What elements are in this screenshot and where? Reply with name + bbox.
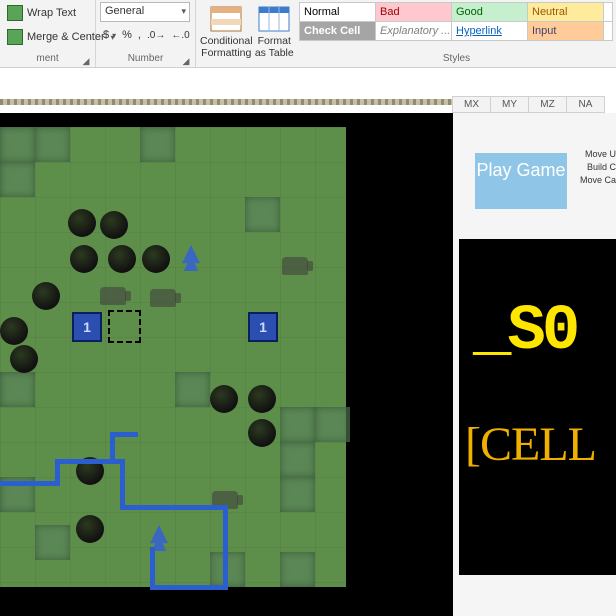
cmd-item: Move Ca: [570, 174, 616, 187]
tree: [0, 317, 28, 345]
ribbon: Wrap Text Merge & Center ▾ ment ◢ Genera…: [0, 0, 616, 68]
style-hyperlink[interactable]: Hyperlink: [451, 21, 528, 41]
format-as-table-icon: [257, 4, 291, 34]
comma-button[interactable]: ,: [138, 29, 141, 41]
col-header[interactable]: MY: [490, 96, 529, 113]
player-flag[interactable]: 1: [72, 312, 102, 342]
number-format-combo[interactable]: General ▾: [100, 2, 190, 22]
fog-tile: [315, 407, 350, 442]
fog-tile: [0, 372, 35, 407]
style-input[interactable]: Input: [527, 21, 604, 41]
wrap-text-label: Wrap Text: [27, 7, 76, 19]
style-edge1: [603, 2, 613, 22]
style-normal[interactable]: Normal: [299, 2, 376, 22]
col-header[interactable]: MZ: [528, 96, 567, 113]
group-tables: Conditional Formatting Format as Table: [196, 0, 300, 67]
number-format-value: General: [105, 5, 144, 17]
river: [120, 505, 228, 510]
merge-center-icon: [7, 29, 23, 45]
tree: [210, 385, 238, 413]
tree: [108, 245, 136, 273]
cmd-item: Build C: [570, 161, 616, 174]
fog-tile: [245, 197, 280, 232]
wrap-text-icon: [7, 5, 23, 21]
fog-tile: [280, 442, 315, 477]
group-alignment: Wrap Text Merge & Center ▾ ment ◢: [0, 0, 96, 67]
fmt-table-label: Format as Table: [253, 35, 296, 59]
percent-button[interactable]: %: [122, 29, 132, 41]
fog-tile: [0, 162, 35, 197]
cmd-item: Move U: [570, 148, 616, 161]
tree: [248, 385, 276, 413]
fog-tile: [280, 552, 315, 587]
fish: [182, 245, 200, 271]
fog-tile: [140, 127, 175, 162]
river: [150, 547, 155, 590]
chevron-down-icon: ▾: [181, 6, 186, 17]
command-list: Move U Build C Move Ca: [570, 148, 616, 187]
style-check-cell[interactable]: Check Cell: [299, 21, 376, 41]
fog-tile: [280, 477, 315, 512]
beast: [282, 257, 308, 275]
fog-tile: [35, 127, 70, 162]
map-ruler: [0, 99, 453, 105]
column-headers: MX MY MZ NA: [453, 96, 605, 113]
tree: [76, 515, 104, 543]
tree: [70, 245, 98, 273]
fog-tile: [0, 127, 35, 162]
wrap-text-button[interactable]: Wrap Text: [4, 2, 79, 24]
format-as-table-button[interactable]: Format as Table: [253, 2, 296, 59]
selection-cursor[interactable]: [108, 310, 141, 343]
tree: [32, 282, 60, 310]
river: [110, 432, 138, 437]
merge-center-label: Merge & Center: [27, 31, 105, 43]
group-styles: Normal Bad Good Neutral Check Cell Expla…: [300, 0, 616, 67]
style-edge2: [603, 21, 613, 41]
game-map[interactable]: 1 1: [0, 127, 346, 587]
side-panel: Play Game Move U Build C Move Ca _S0 [CE…: [453, 113, 616, 616]
player-flag[interactable]: 1: [248, 312, 278, 342]
group-label-number: Number ◢: [100, 53, 191, 67]
increase-decimal-button[interactable]: .0→: [147, 30, 165, 41]
river: [120, 459, 125, 509]
group-number: General ▾ $▾ % , .0→ ←.0 Number ◢: [96, 0, 196, 67]
logo-line2: [CELL: [465, 417, 596, 472]
style-explanatory[interactable]: Explanatory ...: [375, 21, 452, 41]
group-label-styles: Styles: [300, 53, 613, 67]
tree: [142, 245, 170, 273]
river: [0, 481, 60, 486]
style-good[interactable]: Good: [451, 2, 528, 22]
fog-tile: [280, 407, 315, 442]
tree: [100, 211, 128, 239]
game-viewport: 1 1: [0, 113, 453, 616]
conditional-formatting-button[interactable]: Conditional Formatting: [200, 2, 253, 59]
river: [150, 585, 228, 590]
cond-fmt-label: Conditional Formatting: [200, 35, 253, 59]
group-label-alignment: ment ◢: [4, 53, 91, 67]
dialog-launcher-icon[interactable]: ◢: [81, 56, 91, 66]
dialog-launcher-icon[interactable]: ◢: [181, 56, 191, 66]
fog-tile: [35, 525, 70, 560]
decrease-decimal-button[interactable]: ←.0: [171, 30, 189, 41]
tree: [68, 209, 96, 237]
style-neutral[interactable]: Neutral: [527, 2, 604, 22]
play-game-button[interactable]: Play Game: [475, 153, 567, 209]
fog-tile: [175, 372, 210, 407]
accounting-button[interactable]: $▾: [103, 29, 116, 41]
beast: [150, 289, 176, 307]
col-header[interactable]: MX: [452, 96, 491, 113]
style-bad[interactable]: Bad: [375, 2, 452, 22]
col-header[interactable]: NA: [566, 96, 605, 113]
tree: [248, 419, 276, 447]
game-logo: _S0 [CELL: [459, 239, 616, 575]
conditional-formatting-icon: [209, 4, 243, 34]
river: [223, 505, 228, 590]
logo-line1: _S0: [473, 296, 576, 368]
tree: [10, 345, 38, 373]
beast: [100, 287, 126, 305]
